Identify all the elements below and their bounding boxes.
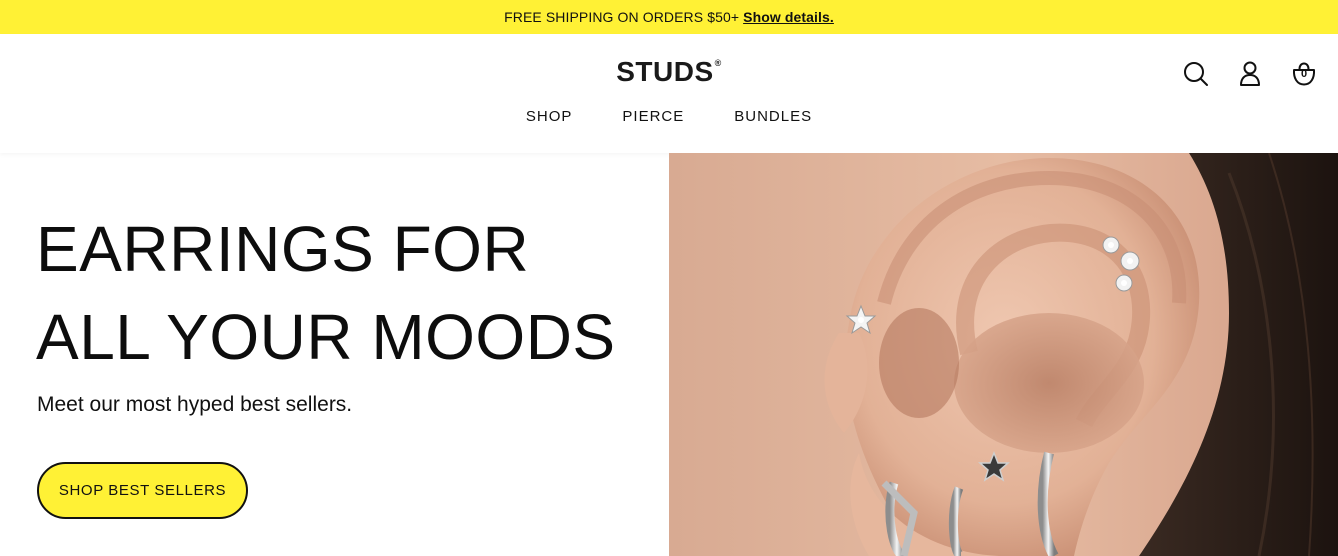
account-icon[interactable] [1236, 60, 1264, 88]
nav-shop[interactable]: SHOP [526, 108, 573, 125]
hero-subtitle: Meet our most hyped best sellers. [37, 393, 353, 416]
hero-title: EARRINGS FOR ALL YOUR MOODS [36, 205, 616, 381]
show-details-link[interactable]: Show details. [743, 9, 834, 25]
logo[interactable]: STUDS® [0, 56, 1338, 88]
registered-mark: ® [714, 58, 722, 68]
nav-bundles[interactable]: BUNDLES [734, 108, 812, 125]
logo-text: STUDS [616, 56, 714, 87]
hero-image [669, 153, 1338, 556]
search-icon[interactable] [1182, 60, 1210, 88]
nav-pierce[interactable]: PIERCE [622, 108, 684, 125]
main-nav: SHOP PIERCE BUNDLES [0, 108, 1338, 125]
hero-title-line2: ALL YOUR MOODS [36, 301, 616, 373]
cart-count-badge: 0 [1300, 68, 1308, 80]
hero-title-line1: EARRINGS FOR [36, 213, 530, 285]
header-icons: 0 [1182, 60, 1318, 88]
shop-best-sellers-button[interactable]: SHOP BEST SELLERS [37, 462, 248, 519]
ear-illustration [669, 153, 1338, 556]
site-header: STUDS® SHOP PIERCE BUNDLES 0 [0, 34, 1338, 153]
promo-text: FREE SHIPPING ON ORDERS $50+ [504, 9, 740, 25]
cart-icon[interactable]: 0 [1290, 60, 1318, 88]
promo-banner: FREE SHIPPING ON ORDERS $50+ Show detail… [0, 0, 1338, 34]
hero-copy: EARRINGS FOR ALL YOUR MOODS Meet our mos… [0, 153, 669, 556]
